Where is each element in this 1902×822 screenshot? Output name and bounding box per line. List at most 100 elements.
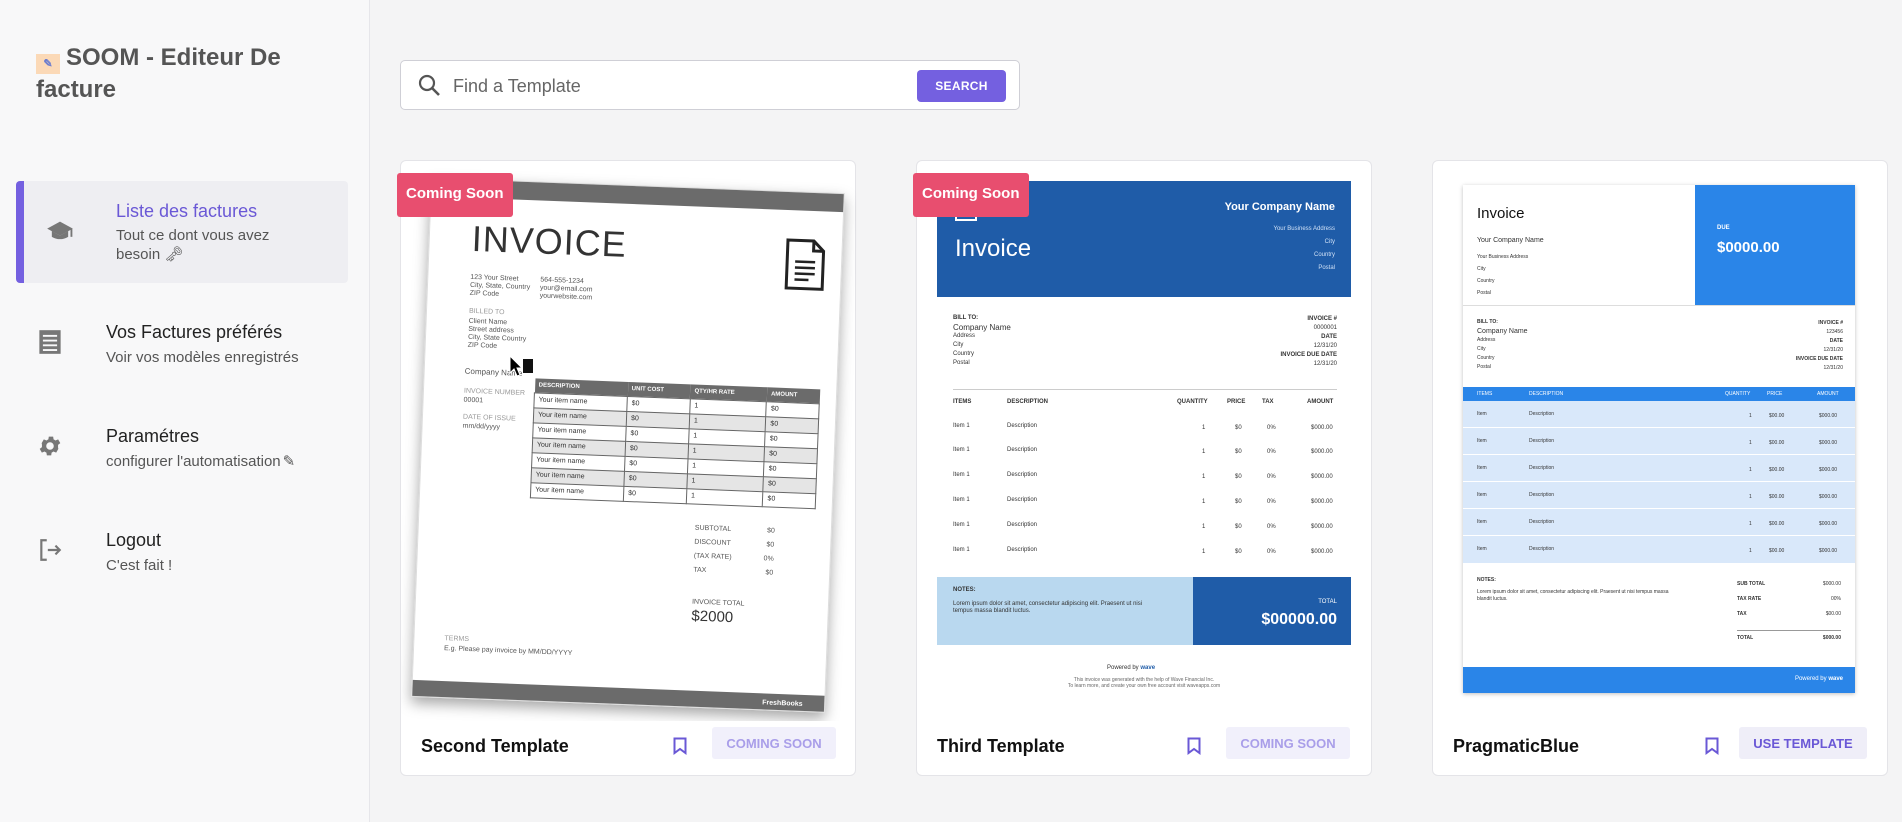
- mouse-cursor-icon: [509, 354, 537, 384]
- sidebar-item-invoice-list[interactable]: Liste des factures Tout ce dont vous ave…: [16, 181, 348, 283]
- cell: $0: [762, 491, 816, 509]
- coming-soon-button[interactable]: COMING SOON: [1226, 727, 1350, 759]
- address-line: Your Business Address: [1273, 226, 1335, 232]
- sidebar-item-subtitle: Voir vos modèles enregistrés: [106, 349, 299, 366]
- address-line: Country: [1477, 278, 1495, 284]
- row-divider: [1463, 481, 1855, 482]
- cell: 1: [1202, 425, 1206, 431]
- cell: 1: [1202, 524, 1206, 530]
- cell: Item: [1477, 438, 1487, 444]
- sender-contact: 564-555-1234 your@email.com yourwebsite.…: [539, 277, 593, 303]
- template-preview[interactable]: DUE $0000.00 Invoice Your Company Name Y…: [1433, 161, 1889, 721]
- client-line: Country: [1477, 355, 1495, 361]
- meta-label: INVOICE DUE DATE: [1795, 356, 1843, 362]
- coming-soon-button[interactable]: COMING SOON: [712, 727, 836, 759]
- meta-value: 123456: [1826, 329, 1843, 335]
- sidebar-item-logout[interactable]: Logout C'est fait !: [16, 516, 348, 586]
- billed-to: Client Name Street address City, State C…: [468, 318, 527, 352]
- cell: $0: [1235, 425, 1242, 431]
- cell: $00.00: [1769, 440, 1785, 446]
- sidebar-item-title: Vos Factures préférés: [106, 322, 283, 342]
- invoice-title: Invoice: [1477, 205, 1525, 222]
- due-panel: DUE $0000.00: [1695, 185, 1855, 305]
- powered-by: Powered by wave: [1795, 676, 1843, 683]
- cell: Item: [1477, 465, 1487, 471]
- meta-label: DATE: [1321, 334, 1337, 340]
- meta-value: 12/31/20: [1823, 347, 1843, 353]
- meta-label: INVOICE #: [1818, 320, 1843, 326]
- gear-icon: [36, 432, 64, 460]
- totals: SUB TOTAL $000.00 TAX RATE 00% TAX $00.00 T…: [1737, 577, 1841, 646]
- template-name: Second Template: [421, 736, 569, 756]
- app-title: ✎ SOOM - Editeur De facture: [36, 42, 356, 105]
- meta-value: 0000001: [1313, 325, 1337, 331]
- meta-value: 12/31/20: [1313, 343, 1337, 349]
- template-card-pragmaticblue[interactable]: DUE $0000.00 Invoice Your Company Name Y…: [1432, 160, 1888, 776]
- billed-to-label: BILLED TO: [468, 307, 505, 317]
- use-template-button[interactable]: USE TEMPLATE: [1739, 727, 1867, 759]
- address-line: City: [1324, 239, 1335, 245]
- column-header: QUANTITY: [1177, 399, 1208, 405]
- cell: 1: [1749, 413, 1752, 419]
- bookmark-icon[interactable]: [673, 737, 687, 760]
- wave-logo: wave: [1140, 665, 1156, 671]
- sidebar-item-title: Liste des factures: [116, 201, 258, 221]
- template-card-third[interactable]: Coming Soon Invoice Your Company Name Yo…: [913, 160, 1373, 776]
- client-line: Company Name: [953, 323, 1011, 332]
- cell: $00.00: [1769, 467, 1785, 473]
- company-name: Your Company Name: [1224, 201, 1335, 213]
- client-line: Company Name: [1477, 328, 1528, 335]
- divider: [953, 389, 1337, 390]
- card-footer: Second Template COMING SOON: [401, 721, 857, 777]
- cell: Description: [1529, 519, 1555, 525]
- graduation-cap-icon: [46, 217, 74, 245]
- cell: Item: [1477, 411, 1487, 417]
- cell: $00.00: [1769, 494, 1785, 500]
- cell: $0: [1235, 474, 1242, 480]
- taxrate-label: TAX RATE: [1737, 596, 1762, 602]
- sidebar-item-favorites[interactable]: Vos Factures préférés Voir vos modèles e…: [16, 308, 348, 378]
- row-divider: [1463, 535, 1855, 536]
- cell: $000.00: [1819, 413, 1838, 419]
- cell: $000.00: [1819, 440, 1838, 446]
- app-logo[interactable]: ✎ SOOM - Editeur De facture: [36, 42, 356, 105]
- items-table: DESCRIPTION UNIT COST QTY/HR RATE AMOUNT…: [530, 378, 820, 509]
- sidebar-item-subtitle: Tout ce dont vous avez besoin 🗝: [116, 226, 316, 264]
- cell: 1: [1202, 474, 1206, 480]
- cell: Item 1: [953, 472, 970, 478]
- items-header: ITEMS DESCRIPTION QUANTITY PRICE AMOUNT: [1463, 387, 1855, 401]
- template-preview[interactable]: Invoice Your Company Name Your Business …: [917, 161, 1373, 721]
- cell: $000.00: [1819, 521, 1838, 527]
- sidebar-item-title: Paramétres: [106, 426, 200, 446]
- cell: 0%: [1267, 524, 1276, 530]
- cell: 1: [1749, 467, 1752, 473]
- total-label: TOTAL: [1737, 635, 1754, 641]
- template-preview[interactable]: INVOICE 123 Your Street City, State, Cou…: [401, 161, 857, 721]
- cell: $0: [1235, 499, 1242, 505]
- notes-label: NOTES:: [1477, 577, 1496, 583]
- cell: 1: [1749, 494, 1752, 500]
- bookmark-icon[interactable]: [1705, 737, 1719, 760]
- search-input[interactable]: [453, 73, 893, 99]
- cell: Description: [1529, 438, 1555, 444]
- meta-value: 12/31/20: [1313, 361, 1337, 367]
- taxrate-value: 0%: [763, 555, 774, 563]
- invoice-preview-wave: Invoice Your Company Name Your Business …: [937, 181, 1351, 707]
- client-line: City: [953, 342, 964, 348]
- subtotal-label: SUBTOTAL: [694, 524, 732, 534]
- due-label: DUE: [1717, 225, 1730, 231]
- cell: $000.00: [1311, 425, 1333, 431]
- template-card-second[interactable]: Coming Soon INVOICE 123 Your Street City…: [397, 160, 857, 777]
- cell: 0%: [1267, 499, 1276, 505]
- terms-text: E.g. Please pay invoice by MM/DD/YYYY: [443, 645, 573, 658]
- search-button[interactable]: SEARCH: [917, 70, 1006, 102]
- cell: 0%: [1267, 549, 1276, 555]
- bookmark-icon[interactable]: [1187, 737, 1201, 760]
- items-list: Item Description 1 $00.00 $000.00 Item Descri…: [1463, 401, 1855, 563]
- sidebar-item-settings[interactable]: Paramétres configurer l'automatisation ✎: [16, 412, 348, 482]
- cell: 0%: [1267, 449, 1276, 455]
- cell: 1: [1749, 440, 1752, 446]
- tax-label: TAX: [693, 566, 707, 575]
- template-name: PragmaticBlue: [1453, 736, 1580, 756]
- column-header: AMOUNT: [1307, 399, 1334, 405]
